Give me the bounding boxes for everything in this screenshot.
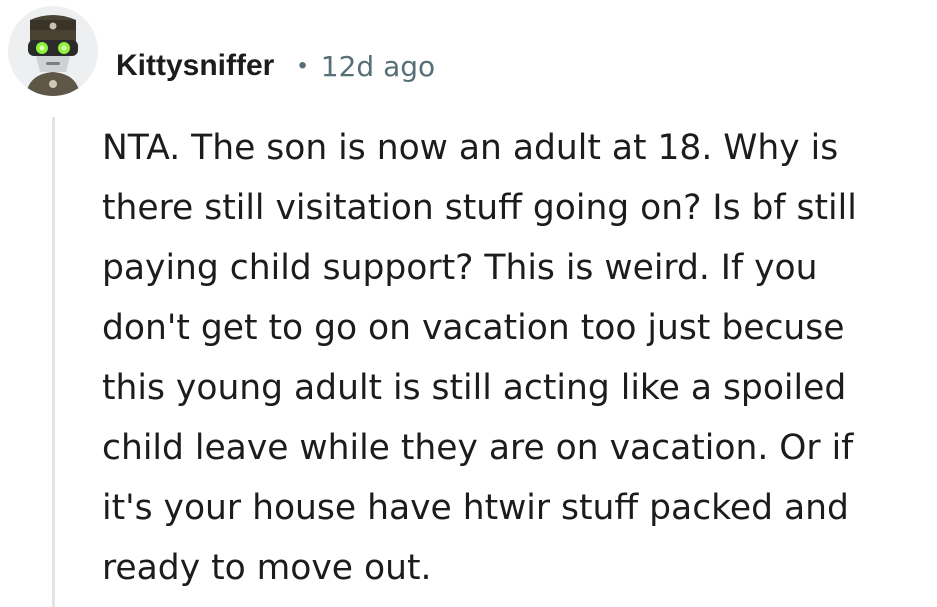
comment-timestamp[interactable]: 12d ago: [321, 50, 435, 83]
comment: Kittysniffer • 12d ago NTA. The son is n…: [0, 0, 937, 607]
separator-dot: •: [298, 52, 307, 79]
author-username[interactable]: Kittysniffer: [116, 49, 274, 83]
thread-line[interactable]: [52, 117, 55, 607]
comment-header: Kittysniffer • 12d ago: [116, 44, 435, 88]
comment-body: NTA. The son is now an adult at 18. Why …: [102, 128, 857, 588]
robot-avatar-icon: [26, 15, 80, 96]
avatar[interactable]: [8, 6, 98, 96]
